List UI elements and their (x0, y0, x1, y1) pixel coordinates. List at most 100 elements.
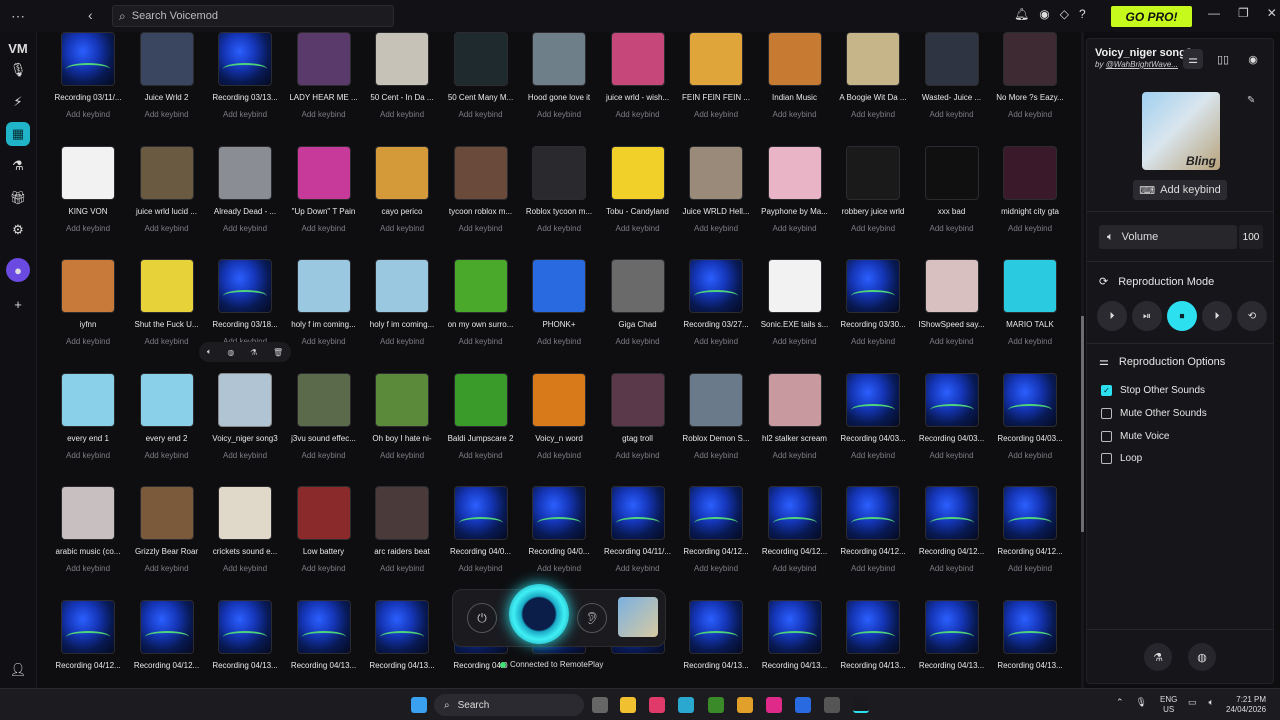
sound-thumbnail[interactable] (61, 145, 115, 200)
add-keybind-link[interactable]: Add keybind (756, 564, 834, 573)
edit-pencil-icon[interactable]: ✎ (1247, 95, 1255, 106)
sound-thumbnail[interactable] (846, 259, 900, 313)
sound-thumbnail[interactable] (375, 259, 429, 313)
volume-icon[interactable]: 🔈︎ (207, 347, 212, 357)
add-keybind-link[interactable]: Add keybind (206, 451, 284, 460)
user-icon[interactable]: 👤︎ (6, 658, 30, 682)
chrome-icon[interactable] (737, 697, 753, 713)
add-keybind-link[interactable]: Add keybind (520, 110, 598, 119)
sound-tile[interactable]: Indian Music Add keybind (756, 32, 834, 140)
sound-thumbnail[interactable] (924, 599, 979, 654)
add-keybind-link[interactable]: Add keybind (756, 337, 834, 346)
sound-tile[interactable]: on my own surro... Add keybind (442, 259, 520, 367)
option-stop-other-sounds[interactable]: ✓ Stop Other Sounds (1101, 385, 1205, 396)
sound-thumbnail[interactable] (610, 145, 665, 200)
flask-icon[interactable]: ⚗︎ (1144, 643, 1172, 671)
gear-icon[interactable]: ⚙ (6, 218, 30, 242)
sound-thumbnail[interactable] (1003, 599, 1057, 654)
sound-tile[interactable]: Hood gone love it Add keybind (520, 32, 598, 140)
author-link[interactable]: @WahBrightWave... (1106, 60, 1178, 69)
add-keybind-link[interactable]: Add keybind (128, 110, 206, 119)
sound-tile[interactable]: robbery juice wrld Add keybind (834, 145, 912, 254)
sound-thumbnail[interactable] (375, 372, 429, 427)
add-keybind-link[interactable]: Add keybind (913, 451, 991, 460)
loop-mode-icon[interactable]: ⟲ (1237, 301, 1267, 331)
sound-thumbnail[interactable] (139, 145, 194, 200)
sound-thumbnail[interactable] (296, 372, 351, 427)
sound-thumbnail[interactable] (532, 486, 586, 540)
add-keybind-link[interactable]: Add keybind (285, 337, 363, 346)
minecraft-icon[interactable] (708, 697, 724, 713)
back-chevron-icon[interactable]: ‹ (88, 7, 93, 23)
add-keybind-link[interactable]: Add keybind (49, 564, 127, 573)
more-menu-icon[interactable]: ⋯ (0, 8, 36, 25)
add-keybind-link[interactable]: Add keybind (599, 337, 677, 346)
add-keybind-link[interactable]: Add keybind (599, 564, 677, 573)
globe-icon[interactable]: ◍ (227, 348, 234, 357)
sound-thumbnail[interactable] (453, 145, 508, 200)
sound-thumbnail[interactable] (1003, 486, 1057, 540)
sound-tile[interactable]: juice wrld lucid ... Add keybind (128, 145, 206, 254)
task-view-icon[interactable] (592, 697, 608, 713)
sound-tile[interactable]: tycoon roblox m... Add keybind (442, 145, 520, 254)
sound-thumbnail[interactable] (61, 599, 115, 654)
sound-tile[interactable]: cayo perico Add keybind (363, 145, 441, 254)
sound-tile[interactable]: every end 1 Add keybind (49, 372, 127, 481)
taskbar-search[interactable]: ⌕ Search (434, 694, 584, 716)
bell-icon[interactable]: 🔔︎ (1014, 7, 1029, 21)
add-keybind-link[interactable]: Add keybind (991, 224, 1069, 233)
sound-tile[interactable]: Recording 04/12... Add keybind (834, 486, 912, 594)
sound-tile[interactable]: Juice Wrld 2 Add keybind (128, 32, 206, 140)
sound-thumbnail[interactable] (532, 32, 586, 86)
add-keybind-link[interactable]: Add keybind (599, 224, 677, 233)
current-sound-thumbnail[interactable] (618, 597, 658, 637)
sound-tile[interactable]: Recording 04/12... (128, 599, 206, 689)
sound-tile[interactable]: arabic music (co... Add keybind (49, 486, 127, 594)
add-keybind-link[interactable]: Add keybind (128, 451, 206, 460)
sound-thumbnail[interactable] (375, 486, 429, 540)
add-keybind-link[interactable]: Add keybind (913, 337, 991, 346)
sound-thumbnail[interactable] (610, 372, 665, 427)
play-restart-mode-icon[interactable]: ⏵ (1097, 301, 1127, 331)
sound-thumbnail[interactable] (689, 32, 743, 86)
volume-slider[interactable]: 🔈︎ Volume (1099, 225, 1237, 249)
sound-thumbnail[interactable] (1003, 259, 1057, 313)
lightning-icon[interactable]: ⚡︎ (6, 90, 30, 114)
sound-thumbnail[interactable] (375, 32, 429, 86)
add-keybind-link[interactable]: Add keybind (49, 224, 127, 233)
sliders-icon[interactable]: ⚌ (1183, 49, 1203, 69)
sound-tile[interactable]: Low battery Add keybind (285, 486, 363, 594)
sound-thumbnail[interactable] (218, 486, 272, 540)
add-keybind-link[interactable]: Add keybind (677, 564, 755, 573)
sound-tile[interactable]: PHONK+ Add keybind (520, 259, 598, 367)
voicemod-taskbar-icon[interactable] (853, 697, 869, 713)
add-keybind-link[interactable]: Add keybind (599, 110, 677, 119)
sound-tile[interactable]: Recording 04/13... (677, 599, 755, 689)
sound-thumbnail[interactable] (610, 486, 665, 540)
sound-thumbnail[interactable] (767, 372, 822, 427)
sound-tile[interactable]: Recording 04/13... (756, 599, 834, 689)
sound-tile[interactable]: 50 Cent - In Da ... Add keybind (363, 32, 441, 140)
sound-thumbnail[interactable] (375, 145, 429, 200)
add-keybind-link[interactable]: Add keybind (49, 451, 127, 460)
sound-thumbnail[interactable] (139, 599, 194, 654)
sound-thumbnail[interactable] (767, 486, 822, 540)
power-icon[interactable]: ⏻ (467, 603, 497, 633)
sound-tile[interactable]: midnight city gta Add keybind (991, 145, 1069, 254)
sound-thumbnail[interactable] (689, 259, 743, 313)
add-keybind-link[interactable]: Add keybind (442, 337, 520, 346)
add-keybind-link[interactable]: Add keybind (677, 337, 755, 346)
sound-thumbnail[interactable] (846, 145, 900, 200)
add-keybind-link[interactable]: Add keybind (206, 564, 284, 573)
record-icon[interactable]: ◉ (1243, 49, 1263, 69)
sound-tile[interactable]: Recording 04/13... (913, 599, 991, 689)
sound-thumbnail[interactable] (924, 372, 979, 427)
sound-tile[interactable]: Sonic.EXE tails s... Add keybind (756, 259, 834, 367)
discord-icon[interactable]: ◉ (1039, 7, 1049, 21)
add-keybind-button[interactable]: ⌨ Add keybind (1133, 180, 1227, 200)
sound-thumbnail[interactable] (139, 372, 194, 427)
add-keybind-link[interactable]: Add keybind (991, 564, 1069, 573)
volume-value[interactable]: 100 (1239, 225, 1263, 249)
sound-thumbnail[interactable] (924, 32, 979, 86)
globe-icon[interactable]: ◍ (1188, 643, 1216, 671)
